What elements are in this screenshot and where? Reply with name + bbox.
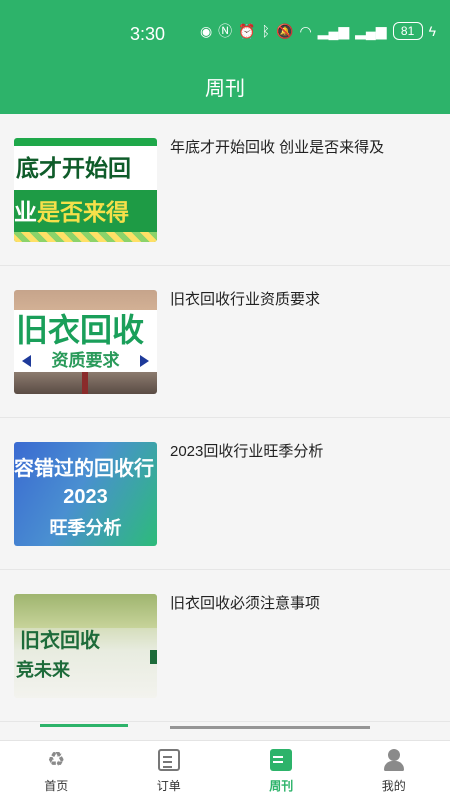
article-title-partial	[170, 726, 370, 738]
bluetooth-icon: ᛒ	[261, 23, 271, 39]
article-title: 2023回收行业旺季分析	[170, 443, 324, 460]
tab-label: 首页	[44, 779, 69, 793]
app-root: 3:30 ◉ Ⓝ ⏰ ᛒ 🔕 ◠ ▂▄▆ ▂▄▆ 81 ϟ 周刊 底才开始回 业…	[0, 0, 450, 800]
document-icon	[270, 749, 293, 771]
page-title: 周刊	[205, 78, 245, 100]
signal-5g-icon: ▂▄▆	[355, 23, 387, 39]
arrow-left-icon	[22, 355, 31, 367]
thumbnail-text: 旧衣回收	[14, 310, 157, 350]
tab-label: 我的	[381, 779, 406, 793]
thumbnail-text: 资质要求	[14, 350, 157, 372]
tab-orders[interactable]: 订单	[113, 741, 226, 800]
thumbnail-decoration	[14, 232, 157, 242]
article-item[interactable]: 容错过的回收行 2023 旺季分析 2023回收行业旺季分析	[0, 418, 450, 570]
mute-icon: 🔕	[276, 23, 294, 39]
battery-icon: 81	[392, 22, 423, 40]
status-time: 3:30	[130, 24, 166, 44]
thumbnail-decoration	[14, 594, 157, 628]
thumbnail-text-part: 是否来得	[37, 199, 129, 225]
thumbnail-text: 旧衣回收	[20, 628, 100, 652]
thumbnail-decoration	[150, 650, 157, 664]
article-thumbnail: 底才开始回 业是否来得	[14, 138, 157, 242]
arrow-right-icon	[140, 355, 149, 367]
article-item[interactable]: 旧衣回收 资质要求 旧衣回收行业资质要求	[0, 266, 450, 418]
thumbnail-decoration	[82, 372, 88, 394]
thumbnail-text: 2023	[63, 486, 108, 508]
eye-icon: ◉	[199, 23, 213, 39]
thumbnail-text: 旺季分析	[49, 518, 122, 538]
thumbnail-text: 容错过的回收行	[14, 458, 154, 480]
article-item[interactable]: 底才开始回 业是否来得 年底才开始回收 创业是否来得及	[0, 114, 450, 266]
nfc-icon: Ⓝ	[218, 23, 233, 39]
alarm-icon: ⏰	[238, 23, 256, 39]
article-thumbnail: 旧衣回收 竞未来	[14, 594, 157, 698]
article-title: 旧衣回收行业资质要求	[170, 291, 321, 308]
tab-label: 订单	[156, 779, 181, 793]
article-title: 旧衣回收必须注意事项	[170, 595, 321, 612]
status-icons: ◉ Ⓝ ⏰ ᛒ 🔕 ◠ ▂▄▆ ▂▄▆ 81 ϟ	[200, 22, 436, 40]
article-thumbnail	[40, 724, 128, 727]
thumbnail-text: 业是否来得	[14, 190, 157, 234]
top-bar: 3:30 ◉ Ⓝ ⏰ ᛒ 🔕 ◠ ▂▄▆ ▂▄▆ 81 ϟ 周刊	[0, 0, 450, 114]
person-icon	[383, 749, 405, 771]
clipboard-icon	[157, 749, 180, 771]
article-item-partial[interactable]	[0, 722, 450, 740]
bottom-nav: 首页 订单 周刊 我的	[0, 740, 450, 800]
tab-mine[interactable]: 我的	[338, 741, 450, 800]
thumbnail-text-part: 业	[14, 199, 37, 225]
article-title: 年底才开始回收 创业是否来得及	[170, 139, 385, 156]
signal-4g-icon: ▂▄▆	[317, 23, 350, 39]
recycle-icon	[45, 749, 67, 771]
thumbnail-text: 竞未来	[16, 660, 70, 681]
article-thumbnail: 容错过的回收行 2023 旺季分析	[14, 442, 157, 546]
charging-icon: ϟ	[428, 23, 436, 39]
thumbnail-text: 底才开始回	[14, 146, 157, 190]
status-bar: 3:30 ◉ Ⓝ ⏰ ᛒ 🔕 ◠ ▂▄▆ ▂▄▆ 81 ϟ	[0, 0, 450, 60]
tab-label: 周刊	[269, 779, 294, 793]
wifi-icon: ◠	[299, 23, 312, 39]
article-list[interactable]: 底才开始回 业是否来得 年底才开始回收 创业是否来得及 旧衣回收 资质要求 旧衣…	[0, 114, 450, 740]
article-item[interactable]: 旧衣回收 竞未来 旧衣回收必须注意事项	[0, 570, 450, 722]
tab-weekly[interactable]: 周刊	[225, 741, 338, 800]
article-thumbnail: 旧衣回收 资质要求	[14, 290, 157, 394]
tab-home[interactable]: 首页	[0, 741, 113, 800]
